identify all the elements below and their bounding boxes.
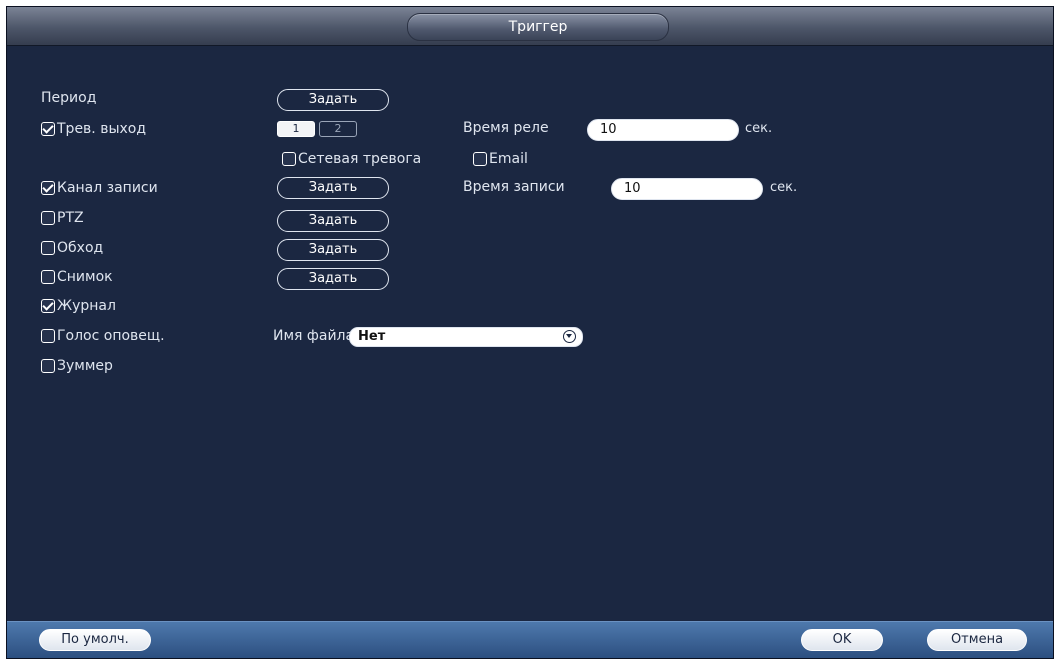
- tour-set-button[interactable]: Задать: [277, 239, 389, 261]
- log-row[interactable]: Журнал: [41, 297, 116, 315]
- period-label: Период: [41, 90, 97, 106]
- footer-bar: По умолч. OK Отмена: [7, 621, 1053, 658]
- net-alarm-row[interactable]: Сетевая тревога: [282, 150, 421, 168]
- record-channel-checkbox[interactable]: [41, 181, 55, 195]
- email-label: Email: [489, 151, 528, 167]
- net-alarm-checkbox[interactable]: [282, 152, 296, 166]
- alarm-out-label: Трев. выход: [57, 121, 147, 137]
- tour-row[interactable]: Обход: [41, 239, 103, 257]
- cancel-button[interactable]: Отмена: [927, 629, 1027, 651]
- tour-label: Обход: [57, 240, 104, 256]
- record-channel-set-button[interactable]: Задать: [277, 177, 389, 199]
- net-alarm-label: Сетевая тревога: [298, 151, 422, 167]
- snapshot-set-button[interactable]: Задать: [277, 268, 389, 290]
- relay-time-label: Время реле: [463, 120, 549, 136]
- trigger-dialog: Триггер Период Задать Трев. выход 1 2 Вр…: [6, 6, 1054, 659]
- snapshot-row[interactable]: Снимок: [41, 268, 113, 286]
- voice-label: Голос оповещ.: [57, 328, 165, 344]
- relay-time-unit: сек.: [745, 121, 773, 136]
- buzzer-checkbox[interactable]: [41, 359, 55, 373]
- record-channel-row[interactable]: Канал записи: [41, 179, 158, 197]
- chevron-down-icon: [563, 330, 576, 343]
- record-time-unit: сек.: [770, 180, 798, 195]
- period-set-button[interactable]: Задать: [277, 89, 389, 111]
- title-bar: Триггер: [7, 7, 1053, 46]
- record-time-input[interactable]: 10: [611, 178, 763, 200]
- file-name-value: Нет: [358, 329, 386, 344]
- email-row[interactable]: Email: [473, 150, 528, 168]
- buzzer-label: Зуммер: [57, 358, 113, 374]
- voice-checkbox[interactable]: [41, 329, 55, 343]
- ptz-set-button[interactable]: Задать: [277, 210, 389, 232]
- record-channel-label: Канал записи: [57, 180, 158, 196]
- dialog-title: Триггер: [407, 13, 669, 41]
- snapshot-checkbox[interactable]: [41, 270, 55, 284]
- ptz-row[interactable]: PTZ: [41, 209, 84, 227]
- ptz-label: PTZ: [57, 210, 84, 226]
- snapshot-label: Снимок: [57, 269, 113, 285]
- alarm-out-row[interactable]: Трев. выход: [41, 120, 146, 138]
- default-button[interactable]: По умолч.: [39, 629, 151, 651]
- buzzer-row[interactable]: Зуммер: [41, 357, 113, 375]
- alarm-out-checkbox[interactable]: [41, 122, 55, 136]
- log-label: Журнал: [57, 298, 116, 314]
- alarm-out-channel-2[interactable]: 2: [319, 121, 357, 137]
- relay-time-input[interactable]: 10: [587, 119, 739, 141]
- alarm-out-channel-1[interactable]: 1: [277, 121, 315, 137]
- file-name-label: Имя файла: [273, 328, 355, 344]
- file-name-select[interactable]: Нет: [349, 327, 583, 347]
- ok-button[interactable]: OK: [801, 629, 883, 651]
- ptz-checkbox[interactable]: [41, 211, 55, 225]
- tour-checkbox[interactable]: [41, 241, 55, 255]
- log-checkbox[interactable]: [41, 299, 55, 313]
- voice-row[interactable]: Голос оповещ.: [41, 327, 165, 345]
- email-checkbox[interactable]: [473, 152, 487, 166]
- record-time-label: Время записи: [463, 179, 565, 195]
